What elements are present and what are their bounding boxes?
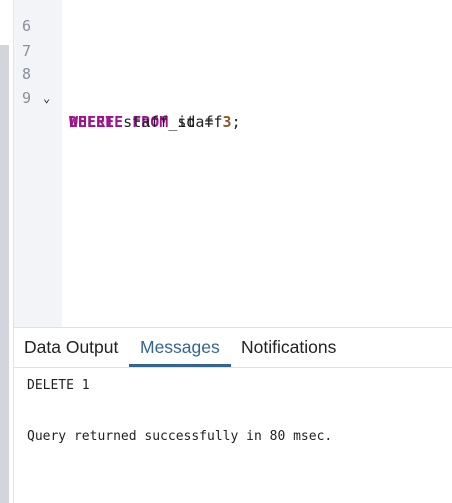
output-panel: Data Output Messages Notifications DELET… (14, 327, 452, 503)
sql-editor[interactable]: 6 7 8 ⌄ DELETE FROM staff 9 WHERE staff_… (14, 0, 452, 327)
scrollbar[interactable] (0, 45, 9, 503)
tab-notifications[interactable]: Notifications (231, 328, 346, 366)
semicolon: ; (231, 113, 241, 131)
keyword: WHERE (69, 113, 115, 131)
message-line: Query returned successfully in 80 msec. (27, 429, 333, 444)
code-line: 9 WHERE staff_id = 3; (14, 62, 241, 131)
tab-messages[interactable]: Messages (129, 328, 231, 367)
line-number: 9 (22, 89, 32, 107)
tab-data-output[interactable]: Data Output (14, 328, 128, 366)
code-line: 7 (14, 15, 50, 60)
number-literal: 3 (222, 113, 232, 131)
output-tabs: Data Output Messages Notifications (14, 328, 452, 368)
code-line: 6 (14, 0, 50, 35)
message-line: DELETE 1 (27, 378, 90, 393)
code-line: 8 ⌄ DELETE FROM staff (14, 38, 223, 131)
code-text: WHERE staff_id = 3; (69, 110, 241, 134)
identifier: staff_id = (114, 113, 223, 131)
